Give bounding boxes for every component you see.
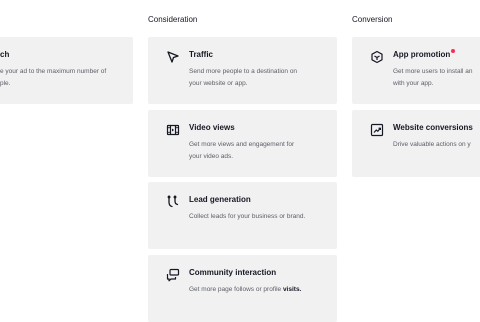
card-title: Community interaction	[189, 268, 277, 277]
objective-card-traffic[interactable]: Traffic Send more people to a destinatio…	[148, 37, 337, 104]
card-description: Get more views and engagement for your v…	[189, 141, 295, 160]
trend-chart-icon	[370, 123, 384, 137]
card-title: Website conversions	[393, 123, 473, 132]
card-title: Traffic	[189, 50, 214, 59]
card-title: Video views	[189, 123, 235, 132]
objective-card-lead-generation[interactable]: Lead generation Collect leads for your b…	[148, 182, 337, 249]
cursor-arrow-icon	[166, 50, 180, 64]
card-description: e your ad to the maximum number of ple.	[0, 68, 107, 87]
new-indicator-dot	[451, 49, 456, 53]
card-title: ch	[0, 50, 10, 59]
card-description: Drive valuable actions on y	[393, 141, 471, 148]
app-cube-icon	[370, 50, 384, 64]
funnel-icon	[166, 195, 180, 209]
chat-bubbles-icon	[166, 268, 180, 282]
card-title: App promotion	[393, 49, 456, 59]
objective-card-website-conversions[interactable]: Website conversions Drive valuable actio…	[352, 110, 480, 177]
card-description: Collect leads for your business or brand…	[189, 213, 306, 220]
objective-card-video-views[interactable]: Video views Get more views and engagemen…	[148, 110, 337, 177]
objective-card-reach[interactable]: ch e your ad to the maximum number of pl…	[0, 37, 133, 104]
card-title: Lead generation	[189, 195, 251, 204]
card-description: Send more people to a destination on you…	[189, 68, 298, 87]
objective-card-community-interaction[interactable]: Community interaction Get more page foll…	[148, 255, 337, 322]
objective-card-app-promotion[interactable]: App promotion Get more users to install …	[352, 37, 480, 104]
card-description: Get more page follows or profile visits.	[189, 286, 302, 293]
card-description: Get more users to install an with your a…	[393, 68, 473, 87]
film-strip-icon	[166, 123, 180, 137]
conversion-heading: Conversion	[352, 15, 393, 24]
consideration-heading: Consideration	[148, 15, 198, 24]
